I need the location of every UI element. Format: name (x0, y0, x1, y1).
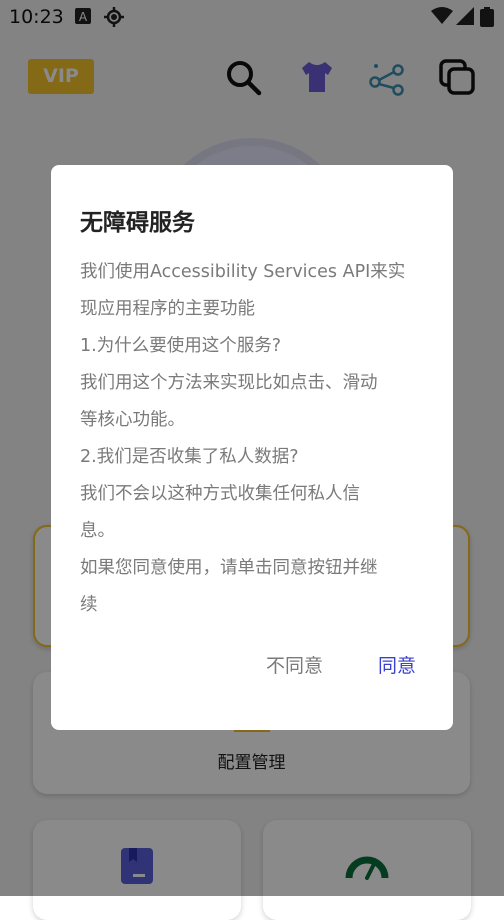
dialog-line: 2.我们是否收集了私人数据? (80, 447, 299, 467)
dialog-line: 现应用程序的主要功能 (80, 299, 255, 319)
dialog-line: 我们用这个方法来实现比如点击、滑动 (80, 373, 378, 393)
dialog-title: 无障碍服务 (80, 210, 195, 236)
agree-button[interactable]: 同意 (378, 651, 416, 678)
dialog-line: 息。 (80, 521, 115, 541)
disagree-button[interactable]: 不同意 (266, 651, 323, 678)
dialog-line: 1.为什么要使用这个服务? (80, 336, 281, 356)
dialog-line: 续 (80, 595, 98, 615)
dialog-line: 我们使用Accessibility Services API来实 (80, 262, 406, 282)
dialog-line: 我们不会以这种方式收集任何私人信 (80, 484, 360, 504)
dialog-line: 如果您同意使用，请单击同意按钮并继 (80, 558, 378, 578)
accessibility-service-dialog: 无障碍服务 我们使用Accessibility Services API来实 现… (51, 165, 453, 730)
dialog-line: 等核心功能。 (80, 410, 185, 430)
dialog-message: 我们使用Accessibility Services API来实 现应用程序的主… (80, 254, 430, 624)
